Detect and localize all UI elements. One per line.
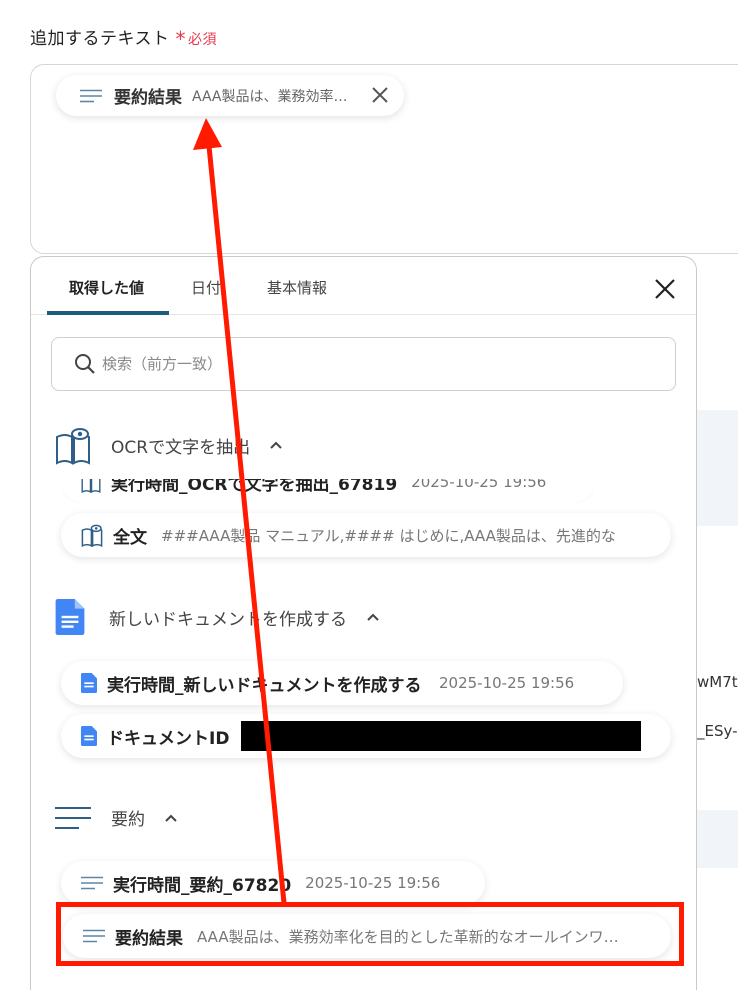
- field-label: 追加するテキスト * 必須: [30, 24, 217, 51]
- ocr-book-icon: [56, 428, 90, 465]
- item-label: 実行時間_要約_67820: [113, 875, 292, 896]
- chevron-up-icon[interactable]: [163, 810, 179, 826]
- search-box[interactable]: [51, 337, 676, 391]
- search-input[interactable]: [102, 355, 622, 373]
- list-item[interactable]: 実行時間_要約_67820 2025-10-25 19:56: [61, 861, 485, 905]
- tab-basic-info[interactable]: 基本情報: [267, 277, 327, 298]
- background-panel: [696, 810, 738, 868]
- field-label-text: 追加するテキスト: [30, 29, 170, 49]
- item-label: 実行時間_新しいドキュメントを作成する: [107, 675, 422, 696]
- section-title: 要約: [111, 810, 145, 830]
- selected-value-chip[interactable]: 要約結果 AAA製品は、業務効率化を目的とした革新的なオールインワンソリューショ…: [56, 75, 404, 116]
- section-title: 新しいドキュメントを作成する: [109, 609, 347, 630]
- summary-lines-icon: [55, 806, 91, 829]
- chevron-up-icon[interactable]: [268, 437, 284, 453]
- item-label: 全文: [113, 527, 147, 548]
- background-panel: [696, 410, 738, 526]
- chip-title: 要約結果: [114, 88, 182, 108]
- chip-preview: AAA製品は、業務効率化を目的とした革新的なオールインワンソリューション: [192, 88, 350, 105]
- item-value: 2025-10-25 19:56: [411, 473, 547, 491]
- section-header-summary[interactable]: 要約: [55, 805, 179, 830]
- background-text: wM7t: [697, 673, 738, 691]
- annotation-highlight-box: [56, 902, 684, 966]
- background-text: _ESy-: [697, 722, 738, 740]
- list-item[interactable]: 全文 ###AAA製品 マニュアル,#### はじめに,AAA製品は、先進的な: [61, 513, 671, 557]
- ocr-book-icon: [81, 479, 101, 493]
- tab-bar: 取得した値 日付 基本情報: [31, 257, 696, 315]
- section-title: OCRで文字を抽出: [111, 437, 251, 458]
- chevron-up-icon[interactable]: [365, 609, 381, 625]
- tab-date[interactable]: 日付: [191, 277, 221, 298]
- chip-remove-icon[interactable]: [370, 85, 390, 105]
- list-item[interactable]: 実行時間_OCRで文字を抽出_67819 2025-10-25 19:56: [61, 473, 595, 503]
- google-docs-icon: [81, 726, 97, 746]
- tab-acquired-values[interactable]: 取得した値: [69, 277, 144, 298]
- google-docs-icon: [55, 599, 85, 635]
- close-icon[interactable]: [653, 277, 677, 301]
- item-value: ###AAA製品 マニュアル,#### はじめに,AAA製品は、先進的な: [161, 526, 616, 545]
- item-label: 実行時間_OCRで文字を抽出_67819: [111, 474, 398, 495]
- section-header-create-document[interactable]: 新しいドキュメントを作成する: [55, 599, 381, 635]
- lines-icon: [80, 89, 102, 102]
- google-docs-icon: [81, 673, 97, 693]
- required-text: 必須: [188, 32, 217, 48]
- section-header-ocr[interactable]: OCRで文字を抽出: [55, 425, 284, 465]
- item-label: ドキュメントID: [107, 728, 230, 749]
- redacted-value: [241, 721, 642, 751]
- item-value: 2025-10-25 19:56: [439, 674, 575, 692]
- active-tab-indicator: [47, 311, 169, 315]
- list-item[interactable]: 実行時間_新しいドキュメントを作成する 2025-10-25 19:56: [61, 661, 623, 705]
- required-star: *: [175, 27, 186, 51]
- item-value: 2025-10-25 19:56: [305, 874, 441, 892]
- search-icon: [75, 354, 95, 374]
- lines-icon: [81, 876, 103, 890]
- value-picker-popup: 取得した値 日付 基本情報 OCRで文字を抽出: [30, 256, 697, 990]
- list-item[interactable]: ドキュメントID: [61, 714, 671, 758]
- ocr-book-icon: [81, 524, 103, 547]
